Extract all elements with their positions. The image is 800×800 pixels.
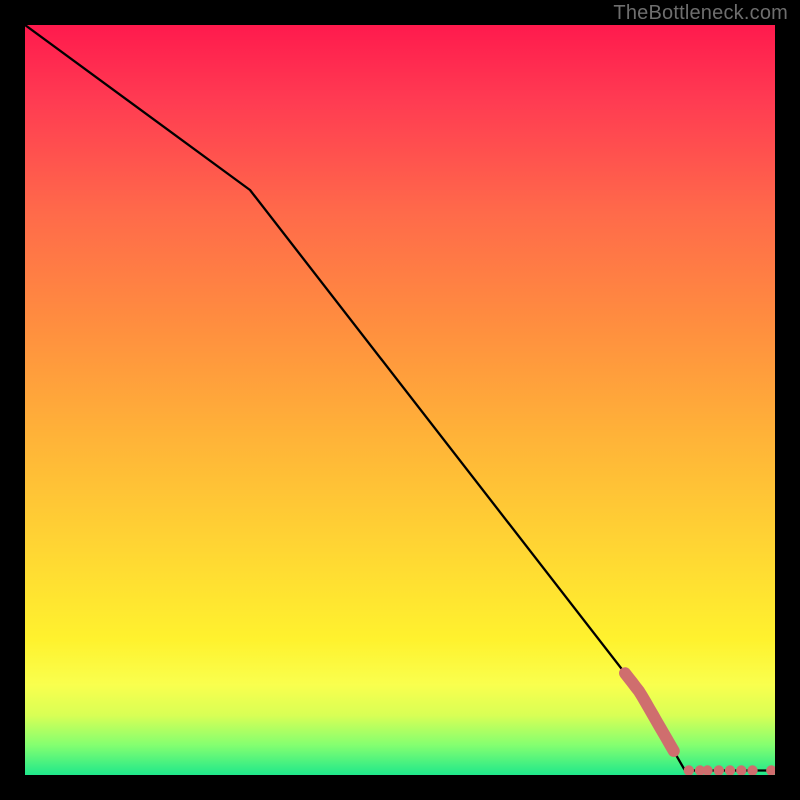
marker-dot bbox=[684, 765, 694, 775]
marker-dot bbox=[736, 765, 746, 775]
chart-plot-area bbox=[25, 25, 775, 775]
marker-dot bbox=[695, 765, 705, 775]
chart-markers bbox=[625, 673, 775, 775]
chart-curve bbox=[25, 25, 775, 771]
marker-dot bbox=[714, 765, 724, 775]
chart-stage: TheBottleneck.com bbox=[0, 0, 800, 800]
marker-dot bbox=[702, 765, 712, 775]
marker-dot bbox=[725, 765, 735, 775]
chart-svg bbox=[25, 25, 775, 775]
watermark-text: TheBottleneck.com bbox=[613, 2, 788, 25]
marker-dot bbox=[747, 765, 757, 775]
marker-dot bbox=[766, 765, 775, 775]
marker-pill-segment bbox=[625, 673, 674, 751]
